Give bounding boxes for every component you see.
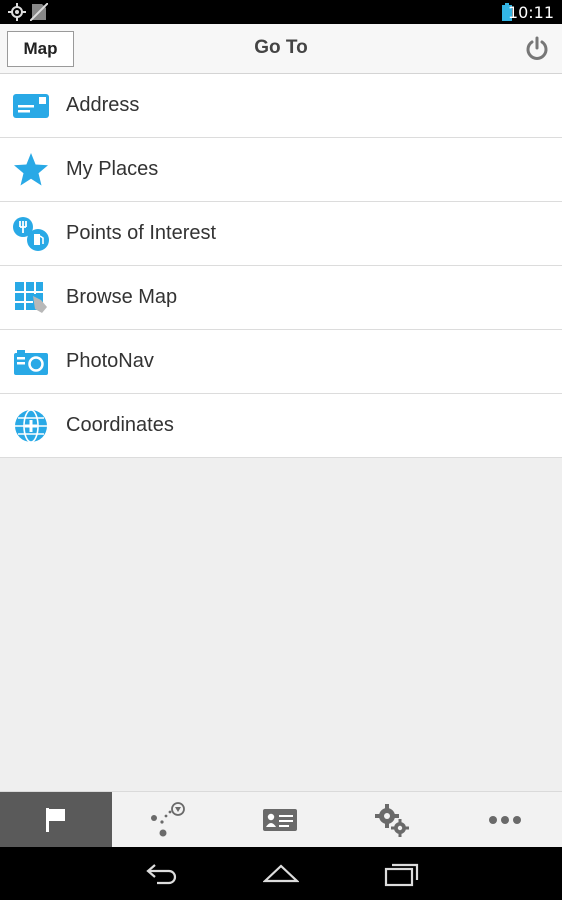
menu-item-label: Points of Interest xyxy=(66,222,217,244)
tab-contacts[interactable] xyxy=(224,792,336,848)
power-icon[interactable] xyxy=(524,36,550,62)
menu-item-label: PhotoNav xyxy=(66,350,154,372)
home-icon[interactable] xyxy=(263,861,299,885)
poi-icon xyxy=(13,216,49,251)
globe-icon xyxy=(15,408,47,443)
menu-item-label: Coordinates xyxy=(66,414,174,436)
back-icon[interactable] xyxy=(145,861,179,885)
menu-item-label: My Places xyxy=(66,158,159,180)
star-icon xyxy=(14,152,48,185)
status-time: 10:11 xyxy=(507,3,554,22)
menu-item-browse-map[interactable]: Browse Map xyxy=(0,266,562,330)
contact-card-icon xyxy=(263,809,297,831)
recent-apps-icon[interactable] xyxy=(384,861,420,887)
flag-icon xyxy=(46,808,65,832)
header-bar: Map Go To xyxy=(0,24,562,74)
menu-item-my-places[interactable]: My Places xyxy=(0,138,562,202)
settings-gears-icon xyxy=(375,804,409,837)
menu-item-points-of-interest[interactable]: Points of Interest xyxy=(0,202,562,266)
more-dots-icon xyxy=(489,816,521,824)
tab-go-to[interactable] xyxy=(0,792,112,848)
goto-menu-list: Address My Places Points of Interest Bro… xyxy=(0,74,562,458)
tab-more[interactable] xyxy=(448,792,562,848)
browse-map-icon xyxy=(15,281,47,313)
tab-route[interactable] xyxy=(112,792,224,848)
page-title: Go To xyxy=(254,37,308,58)
menu-item-label: Address xyxy=(66,94,140,116)
gps-icon xyxy=(8,3,26,21)
menu-item-address[interactable]: Address xyxy=(0,74,562,138)
bottom-tab-bar xyxy=(0,791,562,848)
no-sim-icon xyxy=(30,3,48,21)
menu-item-label: Browse Map xyxy=(66,286,178,308)
status-bar: 10:11 xyxy=(0,0,562,24)
tab-settings[interactable] xyxy=(336,792,448,848)
menu-item-coordinates[interactable]: Coordinates xyxy=(0,394,562,458)
address-card-icon xyxy=(13,93,49,118)
system-nav-bar xyxy=(0,847,562,900)
route-icon xyxy=(151,802,185,837)
camera-icon xyxy=(14,349,48,375)
menu-item-photonav[interactable]: PhotoNav xyxy=(0,330,562,394)
